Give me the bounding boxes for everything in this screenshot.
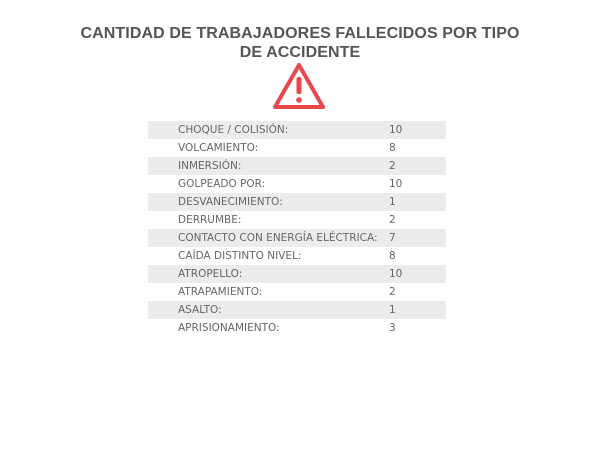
row-value: 2 (389, 160, 396, 172)
row-label: DESVANECIMIENTO: (178, 196, 283, 208)
row-label: GOLPEADO POR: (178, 178, 266, 190)
table-row: INMERSIÓN: 2 (148, 157, 446, 175)
row-label: APRISIONAMIENTO: (178, 322, 280, 334)
table-row: CHOQUE / COLISIÓN: 10 (148, 121, 446, 139)
table-row: DERRUMBE: 2 (148, 211, 446, 229)
row-value: 1 (389, 196, 396, 208)
row-value: 10 (389, 124, 403, 136)
table-row: ATRAPAMIENTO: 2 (148, 283, 446, 301)
row-label: CHOQUE / COLISIÓN: (178, 124, 289, 136)
row-label: CONTACTO CON ENERGÍA ELÉCTRICA: (178, 232, 378, 244)
chart-title-line-1: CANTIDAD DE TRABAJADORES FALLECIDOS POR … (80, 25, 520, 42)
data-table: CHOQUE / COLISIÓN: 10 VOLCAMIENTO: 8 INMERSI… (148, 121, 446, 337)
row-value: 10 (389, 178, 403, 190)
row-value: 10 (389, 268, 403, 280)
row-value: 8 (389, 142, 396, 154)
row-value: 7 (389, 232, 396, 244)
table-row: VOLCAMIENTO: 8 (148, 139, 446, 157)
table-row: ATROPELLO: 10 (148, 265, 446, 283)
row-value: 2 (389, 214, 396, 226)
chart-title: CANTIDAD DE TRABAJADORES FALLECIDOS POR … (60, 24, 540, 62)
row-value: 3 (389, 322, 396, 334)
table-row: APRISIONAMIENTO: 3 (148, 319, 446, 337)
warning-triangle-icon (273, 63, 325, 109)
table-row: GOLPEADO POR: 10 (148, 175, 446, 193)
row-label: INMERSIÓN: (178, 160, 242, 172)
chart-title-line-2: DE ACCIDENTE (239, 44, 361, 61)
row-label: DERRUMBE: (178, 214, 242, 226)
row-label: ATRAPAMIENTO: (178, 286, 263, 298)
row-value: 2 (389, 286, 396, 298)
row-value: 8 (389, 250, 396, 262)
table-row: CONTACTO CON ENERGÍA ELÉCTRICA: 7 (148, 229, 446, 247)
row-label: VOLCAMIENTO: (178, 142, 259, 154)
table-row: ASALTO: 1 (148, 301, 446, 319)
row-label: ATROPELLO: (178, 268, 243, 280)
table-row: DESVANECIMIENTO: 1 (148, 193, 446, 211)
table-row: CAÍDA DISTINTO NIVEL: 8 (148, 247, 446, 265)
row-value: 1 (389, 304, 396, 316)
row-label: CAÍDA DISTINTO NIVEL: (178, 250, 302, 262)
row-label: ASALTO: (178, 304, 222, 316)
